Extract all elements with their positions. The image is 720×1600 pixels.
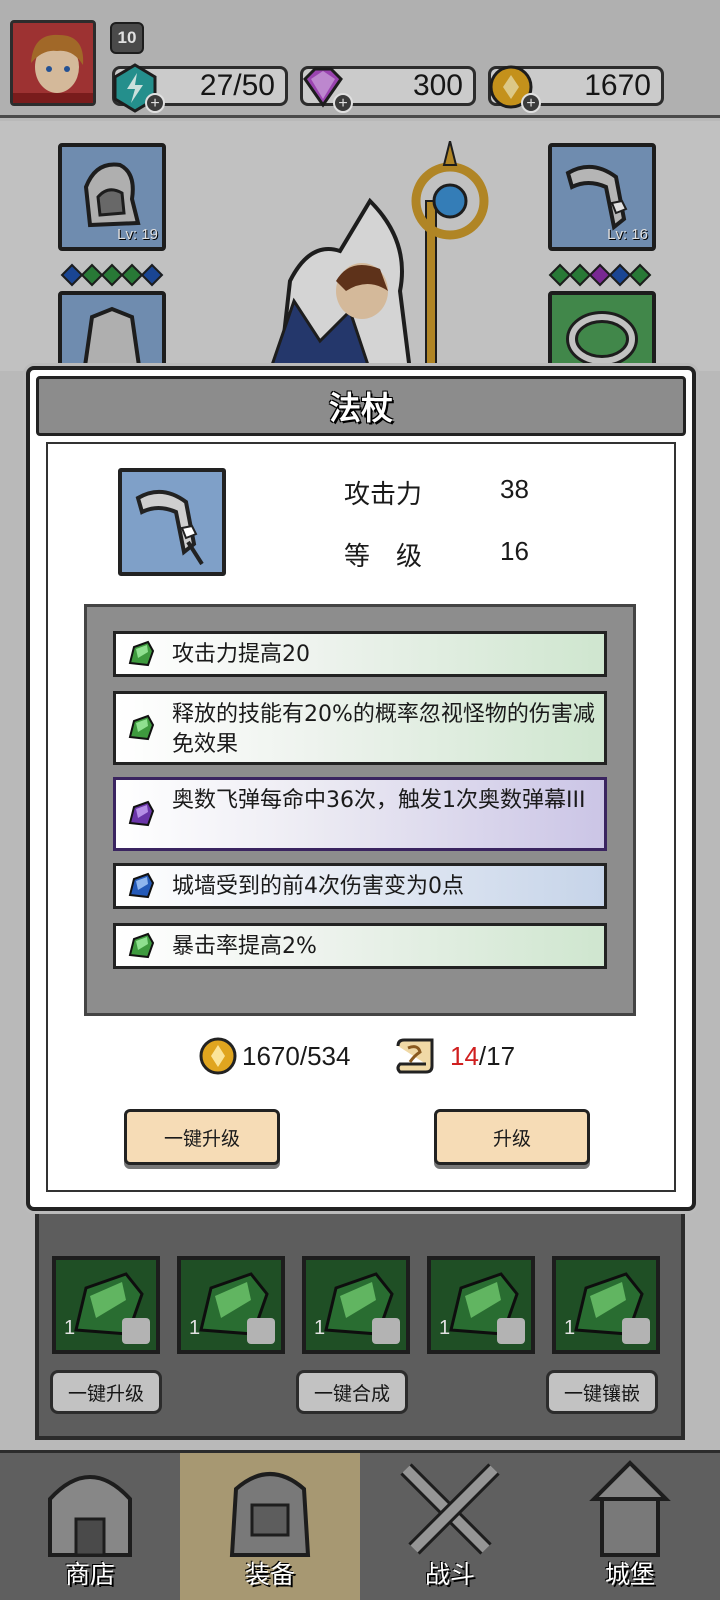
modal-content: 攻击力 38 等 级 16 攻击力提高20 释放的技能有20%的概率忽视怪物的伤… [46, 442, 676, 1192]
tab-battle-label: 战斗 [424, 1560, 475, 1589]
affix-text: 城墙受到的前4次伤害变为0点 [172, 874, 464, 899]
affix-text: 释放的技能有20%的概率忽视怪物的伤害减免效果 [172, 702, 595, 757]
attack-stat: 攻击力 38 [344, 474, 529, 511]
attack-label: 攻击力 [344, 480, 423, 510]
item-icon [118, 468, 226, 576]
affix-row: 释放的技能有20%的概率忽视怪物的伤害减免效果 [113, 691, 607, 765]
equipment-detail-modal: 法杖 攻击力 38 等 级 16 攻击力提高20 释放的技能有20%的概率忽视怪… [26, 366, 696, 1211]
gold-cost: 1670/534 [198, 1036, 350, 1076]
scroll-cost: 14 /17 [392, 1036, 515, 1076]
tab-castle-label: 城堡 [604, 1560, 655, 1589]
blue-gem-icon [128, 872, 155, 899]
upgrade-all-button[interactable]: 一键升级 [124, 1109, 280, 1165]
staff-icon [135, 490, 204, 566]
gold-cost-value: 1670/534 [242, 1040, 351, 1071]
affix-text: 暴击率提高2% [172, 934, 317, 959]
level-stat: 等 级 16 [344, 536, 529, 573]
green-gem-icon [128, 932, 155, 959]
affix-row: 攻击力提高20 [113, 631, 607, 677]
upgrade-button[interactable]: 升级 [434, 1109, 590, 1165]
tab-shop-label: 商店 [64, 1560, 115, 1589]
green-gem-icon [128, 714, 155, 741]
affix-row: 暴击率提高2% [113, 923, 607, 969]
scroll-have-value: 14 [450, 1040, 479, 1071]
affix-list: 攻击力提高20 释放的技能有20%的概率忽视怪物的伤害减免效果 奥数飞弹每命中3… [84, 604, 636, 1016]
scroll-need-value: /17 [478, 1040, 516, 1071]
purple-gem-icon [128, 800, 155, 827]
affix-text: 攻击力提高20 [172, 642, 310, 667]
level-label: 等 级 [344, 542, 423, 572]
green-gem-icon [128, 640, 155, 667]
level-value: 16 [500, 536, 529, 566]
gold-coin-icon [199, 1037, 237, 1075]
affix-row: 城墙受到的前4次伤害变为0点 [113, 863, 607, 909]
affix-text: 奥数飞弹每命中36次，触发1次奥数弹幕III [172, 788, 586, 813]
affix-row: 奥数飞弹每命中36次，触发1次奥数弹幕III [113, 777, 607, 851]
scroll-icon [396, 1038, 434, 1074]
attack-value: 38 [500, 474, 529, 504]
tab-equipment-label: 装备 [244, 1560, 295, 1589]
modal-title: 法杖 [36, 376, 686, 436]
